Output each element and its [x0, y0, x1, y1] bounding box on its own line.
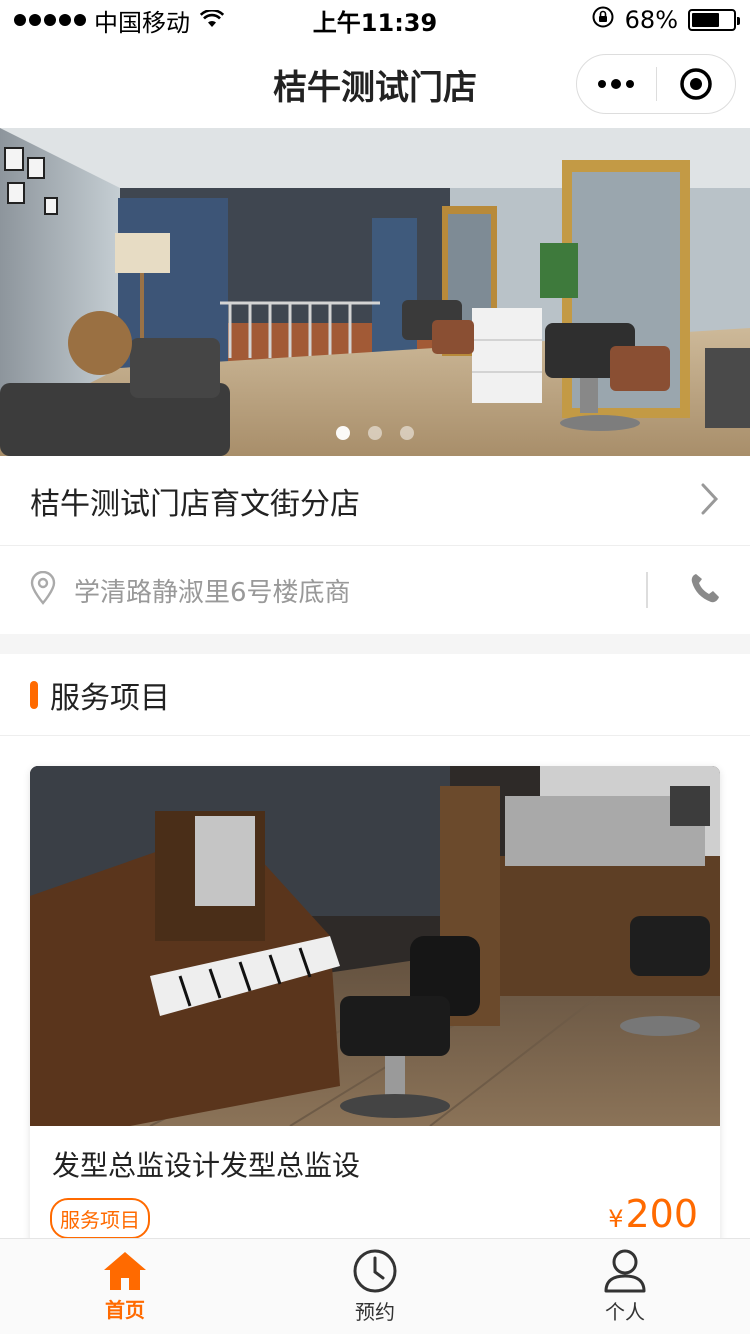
section-accent-bar	[30, 680, 38, 709]
carrier-name: 中国移动	[94, 8, 190, 37]
service-tag-badge: 服务项目	[50, 1198, 150, 1239]
page-title: 桔牛测试门店	[273, 67, 477, 108]
close-button[interactable]	[657, 67, 736, 101]
service-image	[30, 766, 720, 1126]
status-bar: 中国移动 上午11:39 68%	[0, 0, 750, 40]
home-icon	[104, 1252, 146, 1290]
clock-icon	[353, 1249, 397, 1293]
store-info-row[interactable]: 桔牛测试门店育文街分店	[0, 456, 750, 546]
service-title: 发型总监设计发型总监设	[52, 1149, 361, 1182]
tab-home[interactable]: 首页	[0, 1239, 250, 1334]
target-icon	[680, 68, 712, 100]
salon-interior-image	[0, 128, 750, 456]
service-list: 发型总监设计发型总监设 服务项目 ¥ 200	[0, 736, 750, 1246]
service-card[interactable]: 发型总监设计发型总监设 服务项目 ¥ 200	[30, 766, 720, 1246]
carousel-dot[interactable]	[368, 426, 382, 440]
tab-label-profile: 个人	[605, 1300, 645, 1324]
rotation-lock-icon	[591, 5, 615, 35]
wifi-icon	[199, 6, 225, 34]
carousel-dots	[0, 426, 750, 440]
battery-percent: 68%	[624, 6, 678, 34]
location-pin-icon	[30, 570, 56, 609]
service-price: ¥ 200	[608, 1192, 698, 1236]
tab-booking[interactable]: 预约	[250, 1239, 500, 1334]
chevron-right-icon	[700, 482, 720, 520]
user-icon	[604, 1249, 646, 1293]
address-divider	[646, 572, 648, 608]
signal-icon	[14, 14, 86, 26]
price-currency: ¥	[608, 1205, 624, 1233]
battery-icon	[688, 9, 740, 31]
phone-icon[interactable]	[690, 572, 720, 608]
section-header: 服务项目	[0, 654, 750, 736]
address-row: 学清路静淑里6号楼底商	[0, 546, 750, 634]
carousel-dot[interactable]	[400, 426, 414, 440]
nav-bar: 桔牛测试门店	[0, 40, 750, 128]
mini-program-capsule	[576, 54, 736, 114]
store-address: 学清路静淑里6号楼底商	[74, 577, 351, 608]
bottom-tab-bar: 首页 预约 个人	[0, 1238, 750, 1334]
section-title: 服务项目	[50, 680, 170, 716]
tab-label-booking: 预约	[355, 1300, 395, 1324]
carousel-dot[interactable]	[336, 426, 350, 440]
store-banner[interactable]	[0, 128, 750, 456]
tab-label-home: 首页	[105, 1298, 145, 1322]
tab-profile[interactable]: 个人	[500, 1239, 750, 1334]
store-name: 桔牛测试门店育文街分店	[30, 486, 360, 522]
price-value: 200	[625, 1192, 698, 1236]
more-button[interactable]	[577, 79, 656, 89]
